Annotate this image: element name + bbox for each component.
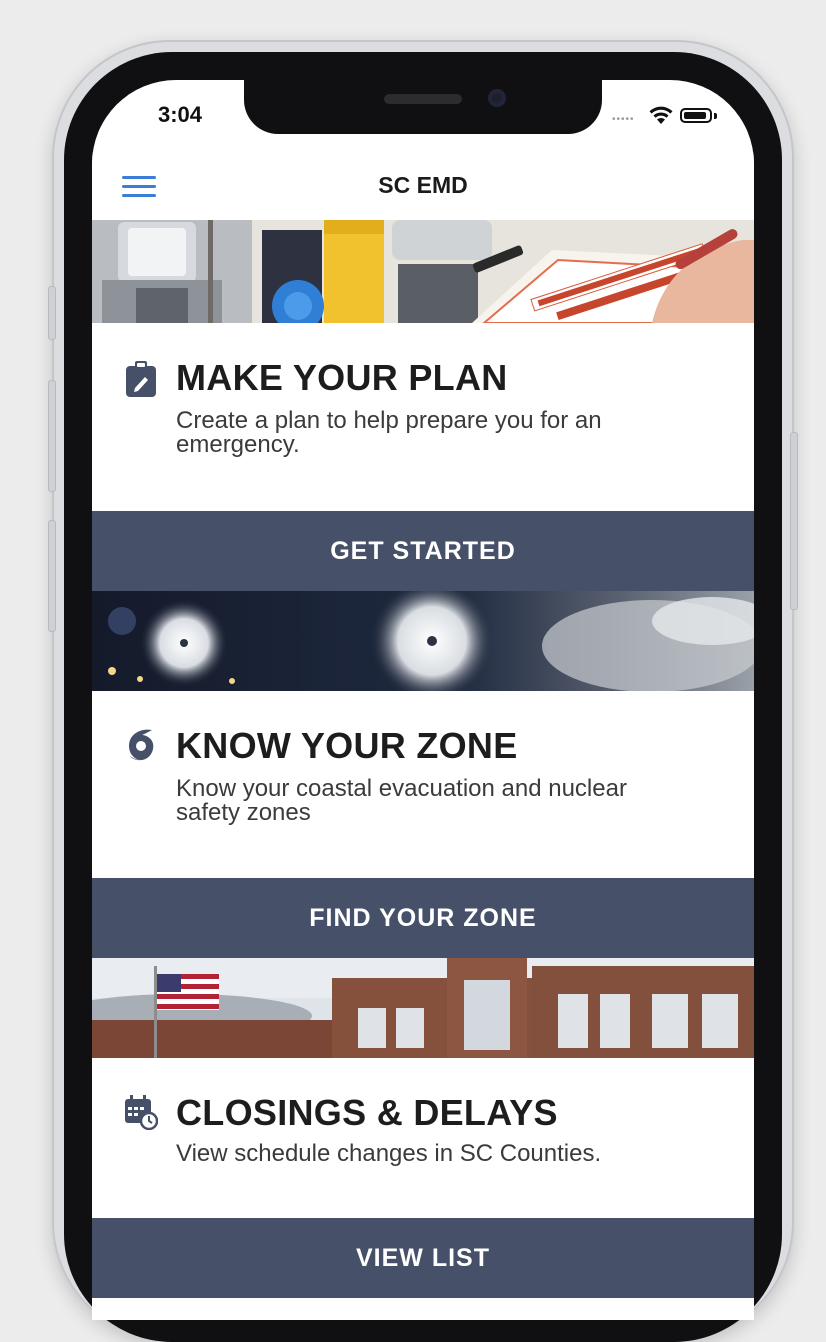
hurricane-icon <box>129 729 154 761</box>
side-button-silent <box>48 286 56 340</box>
earpiece-speaker <box>384 94 462 104</box>
hero-image-school-building <box>92 958 754 1058</box>
app-screen: 3:04 ••••• SC EMD MAKE YOUR PLAN Create … <box>92 80 754 1320</box>
app-title: SC EMD <box>378 172 468 198</box>
get-started-button[interactable]: GET STARTED <box>92 511 754 591</box>
notch <box>244 80 602 134</box>
know-your-zone-card: KNOW YOUR ZONE Know your coastal evacuat… <box>92 691 754 878</box>
clipboard-pencil-icon <box>126 361 156 397</box>
status-icons: ••••• <box>612 104 722 128</box>
card-description: Create a plan to help prepare you for an… <box>176 407 602 458</box>
hero-image-emergency-supplies <box>92 220 754 323</box>
school-building-illustration <box>92 958 754 1058</box>
american-flag <box>157 974 219 1010</box>
navigation-bar: SC EMD <box>92 152 754 220</box>
card-title: MAKE YOUR PLAN <box>176 357 508 398</box>
calendar-clock-icon <box>125 1095 158 1130</box>
hero-image-hurricane-satellite <box>92 591 754 691</box>
find-your-zone-button[interactable]: FIND YOUR ZONE <box>92 878 754 958</box>
side-button-volume-down <box>48 520 56 632</box>
signal-dots-icon: ••••• <box>612 114 635 125</box>
card-title: KNOW YOUR ZONE <box>176 725 518 766</box>
card-title: CLOSINGS & DELAYS <box>176 1092 558 1133</box>
front-camera <box>488 89 506 107</box>
battery-icon <box>680 108 712 123</box>
wifi-icon <box>649 106 673 124</box>
side-button-power <box>790 432 798 610</box>
card-description: View schedule changes in SC Counties. <box>176 1140 602 1167</box>
battery-tip <box>714 113 717 119</box>
view-list-button[interactable]: VIEW LIST <box>92 1218 754 1298</box>
closings-delays-card: CLOSINGS & DELAYS View schedule changes … <box>92 1058 754 1218</box>
make-your-plan-card: MAKE YOUR PLAN Create a plan to help pre… <box>92 323 754 511</box>
hurricane-satellite-illustration <box>92 591 754 691</box>
side-button-volume-up <box>48 380 56 492</box>
status-time: 3:04 <box>158 102 203 127</box>
emergency-supplies-illustration <box>92 220 754 323</box>
card-description: Know your coastal evacuation and nuclear… <box>176 775 627 826</box>
